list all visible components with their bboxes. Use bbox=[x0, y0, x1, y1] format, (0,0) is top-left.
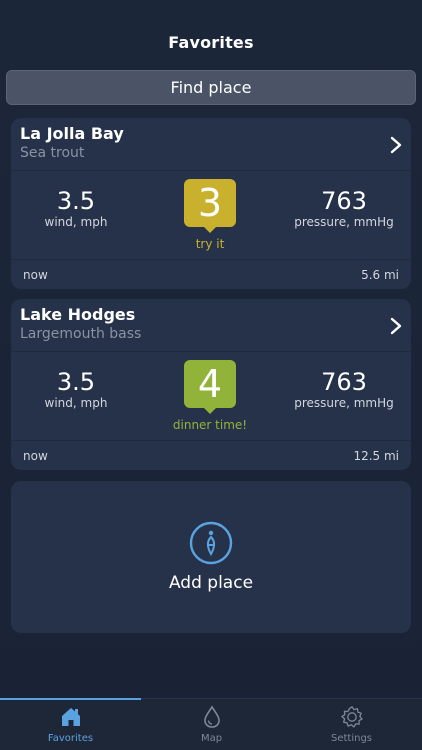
card-footer: now 12.5 mi bbox=[11, 440, 411, 470]
page-title: Favorites bbox=[168, 32, 254, 52]
card-header[interactable]: Lake Hodges Largemouth bass bbox=[11, 299, 411, 351]
pressure-metric: 763 pressure, mmHg bbox=[279, 187, 409, 229]
favorite-card[interactable]: Lake Hodges Largemouth bass 3.5 wind, mp… bbox=[11, 299, 411, 470]
place-name: Lake Hodges bbox=[20, 305, 136, 324]
metrics-row: 3.5 wind, mph 3 try it 763 pressure, mmH… bbox=[11, 171, 411, 259]
gear-icon bbox=[340, 706, 363, 728]
nav-header: Favorites bbox=[0, 0, 422, 66]
fish-name: Sea trout bbox=[20, 145, 85, 161]
distance-label: 5.6 mi bbox=[361, 268, 399, 282]
find-place-button[interactable]: Find place bbox=[6, 70, 416, 105]
time-label: now bbox=[23, 449, 48, 463]
wind-metric: 3.5 wind, mph bbox=[11, 187, 141, 229]
wind-value: 3.5 bbox=[56, 187, 96, 215]
float-icon bbox=[189, 521, 233, 565]
tab-bar: Favorites Map Settings bbox=[0, 698, 422, 750]
tab-label: Map bbox=[200, 733, 223, 744]
tab-label: Settings bbox=[330, 733, 372, 744]
wind-label: wind, mph bbox=[44, 396, 108, 410]
wind-metric: 3.5 wind, mph bbox=[11, 368, 141, 410]
favorite-card[interactable]: La Jolla Bay Sea trout 3.5 wind, mph 3 t… bbox=[11, 118, 411, 289]
chevron-right-icon[interactable] bbox=[389, 136, 403, 154]
place-name: La Jolla Bay bbox=[20, 124, 124, 143]
metrics-row: 3.5 wind, mph 4 dinner time! 763 pressur… bbox=[11, 352, 411, 440]
pressure-label: pressure, mmHg bbox=[294, 215, 394, 229]
tab-favorites[interactable]: Favorites bbox=[0, 705, 141, 744]
add-place-button[interactable]: Add place bbox=[11, 481, 411, 633]
rating-badge: 4 bbox=[184, 360, 236, 414]
pressure-label: pressure, mmHg bbox=[294, 396, 394, 410]
app-screen: Favorites Find place La Jolla Bay Sea tr… bbox=[0, 0, 422, 750]
pressure-value: 763 bbox=[321, 187, 367, 215]
pressure-metric: 763 pressure, mmHg bbox=[279, 368, 409, 410]
wind-label: wind, mph bbox=[44, 215, 108, 229]
tab-map[interactable]: Map bbox=[141, 705, 282, 744]
bite-rating: 4 dinner time! bbox=[173, 360, 247, 432]
distance-label: 12.5 mi bbox=[353, 449, 399, 463]
add-place-label: Add place bbox=[168, 573, 254, 593]
rating-text: dinner time! bbox=[172, 418, 248, 432]
drop-icon bbox=[203, 705, 220, 728]
chevron-right-icon[interactable] bbox=[389, 317, 403, 335]
wind-value: 3.5 bbox=[56, 368, 96, 396]
card-header[interactable]: La Jolla Bay Sea trout bbox=[11, 118, 411, 170]
home-icon bbox=[61, 708, 80, 726]
tab-settings[interactable]: Settings bbox=[281, 705, 422, 744]
card-footer: now 5.6 mi bbox=[11, 259, 411, 289]
active-tab-indicator bbox=[0, 698, 141, 700]
time-label: now bbox=[23, 268, 48, 282]
bite-rating: 3 try it bbox=[184, 179, 236, 251]
rating-text: try it bbox=[195, 237, 225, 251]
fish-name: Largemouth bass bbox=[20, 326, 142, 342]
rating-badge: 3 bbox=[184, 179, 236, 233]
pressure-value: 763 bbox=[321, 368, 367, 396]
tab-label: Favorites bbox=[47, 733, 94, 744]
